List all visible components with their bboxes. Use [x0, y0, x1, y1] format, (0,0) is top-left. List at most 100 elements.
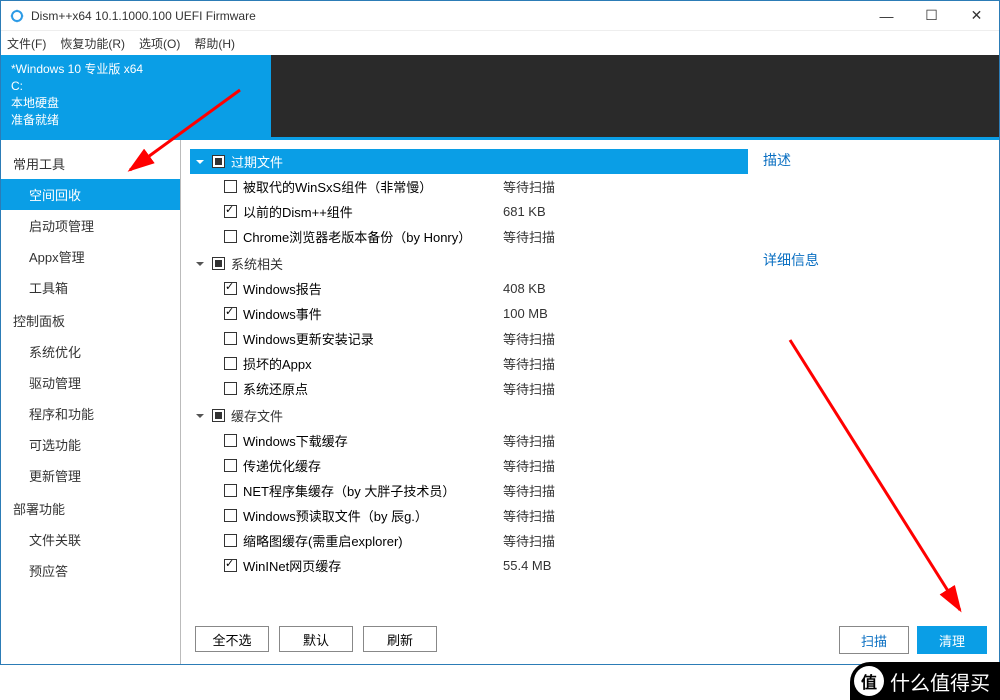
- cleanup-item[interactable]: 被取代的WinSxS组件（非常慢）等待扫描: [190, 174, 748, 199]
- item-status: 等待扫描: [503, 354, 555, 373]
- cleanup-item[interactable]: 缩略图缓存(需重启explorer)等待扫描: [190, 528, 748, 553]
- group-label: 系统相关: [231, 254, 283, 273]
- item-status: 等待扫描: [503, 506, 555, 525]
- sidebar-item-fileassoc[interactable]: 文件关联: [1, 524, 180, 555]
- group-header[interactable]: 缓存文件: [190, 403, 748, 428]
- item-checkbox[interactable]: [224, 509, 237, 522]
- item-status: 等待扫描: [503, 481, 555, 500]
- cleanup-item[interactable]: Windows更新安装记录等待扫描: [190, 326, 748, 351]
- menu-file[interactable]: 文件(F): [7, 35, 46, 52]
- cleanup-tree[interactable]: 过期文件被取代的WinSxS组件（非常慢）等待扫描以前的Dism++组件681 …: [189, 148, 749, 618]
- item-checkbox[interactable]: [224, 230, 237, 243]
- info-os: *Windows 10 专业版 x64: [11, 61, 261, 78]
- menu-options[interactable]: 选项(O): [139, 35, 180, 52]
- item-status: 等待扫描: [503, 431, 555, 450]
- cleanup-item[interactable]: Windows报告408 KB: [190, 276, 748, 301]
- item-checkbox[interactable]: [224, 282, 237, 295]
- group-header[interactable]: 系统相关: [190, 251, 748, 276]
- item-checkbox[interactable]: [224, 307, 237, 320]
- scan-button[interactable]: 扫描: [839, 626, 909, 654]
- cleanup-item[interactable]: WinINet网页缓存55.4 MB: [190, 553, 748, 578]
- item-checkbox[interactable]: [224, 382, 237, 395]
- maximize-button[interactable]: ☐: [909, 1, 954, 31]
- item-label: 损坏的Appx: [243, 354, 503, 373]
- cleanup-item[interactable]: 传递优化缓存等待扫描: [190, 453, 748, 478]
- cleanup-item[interactable]: Chrome浏览器老版本备份（by Honry）等待扫描: [190, 224, 748, 249]
- item-checkbox[interactable]: [224, 357, 237, 370]
- item-checkbox[interactable]: [224, 459, 237, 472]
- close-button[interactable]: ✕: [954, 1, 999, 31]
- sidebar-item-toolbox[interactable]: 工具箱: [1, 272, 180, 303]
- item-checkbox[interactable]: [224, 434, 237, 447]
- item-status: 等待扫描: [503, 177, 555, 196]
- item-label: Windows预读取文件（by 辰g.）: [243, 506, 503, 525]
- default-button[interactable]: 默认: [279, 626, 353, 652]
- menu-recovery[interactable]: 恢复功能(R): [60, 35, 125, 52]
- sidebar-item-unattend[interactable]: 预应答: [1, 555, 180, 586]
- sidebar-item-programs[interactable]: 程序和功能: [1, 398, 180, 429]
- description-label: 描述: [763, 150, 985, 170]
- item-status: 681 KB: [503, 204, 546, 219]
- item-checkbox[interactable]: [224, 534, 237, 547]
- cleanup-item[interactable]: Windows下载缓存等待扫描: [190, 428, 748, 453]
- collapse-icon[interactable]: [194, 410, 206, 422]
- item-label: Windows报告: [243, 279, 503, 298]
- system-info-box[interactable]: *Windows 10 专业版 x64 C: 本地硬盘 准备就绪: [1, 55, 271, 137]
- item-label: Windows事件: [243, 304, 503, 323]
- sidebar-item-driver[interactable]: 驱动管理: [1, 367, 180, 398]
- item-checkbox[interactable]: [224, 559, 237, 572]
- watermark-text: 什么值得买: [890, 667, 990, 696]
- sidebar-item-updates[interactable]: 更新管理: [1, 460, 180, 491]
- minimize-button[interactable]: —: [864, 1, 909, 31]
- item-status: 等待扫描: [503, 531, 555, 550]
- item-checkbox[interactable]: [224, 484, 237, 497]
- collapse-icon[interactable]: [194, 258, 206, 270]
- collapse-icon[interactable]: [194, 156, 206, 168]
- cleanup-item[interactable]: 系统还原点等待扫描: [190, 376, 748, 401]
- sidebar-item-appx[interactable]: Appx管理: [1, 241, 180, 272]
- item-label: 被取代的WinSxS组件（非常慢）: [243, 177, 503, 196]
- group-checkbox[interactable]: [212, 409, 225, 422]
- item-status: 等待扫描: [503, 329, 555, 348]
- sidebar-item-space-recovery[interactable]: 空间回收: [1, 179, 180, 210]
- item-status: 等待扫描: [503, 456, 555, 475]
- item-status: 55.4 MB: [503, 558, 551, 573]
- item-label: 系统还原点: [243, 379, 503, 398]
- item-checkbox[interactable]: [224, 180, 237, 193]
- item-status: 100 MB: [503, 306, 548, 321]
- item-label: 传递优化缓存: [243, 456, 503, 475]
- cleanup-item[interactable]: 损坏的Appx等待扫描: [190, 351, 748, 376]
- item-status: 等待扫描: [503, 227, 555, 246]
- item-label: 以前的Dism++组件: [243, 202, 503, 221]
- menubar: 文件(F) 恢复功能(R) 选项(O) 帮助(H): [1, 31, 999, 55]
- group-checkbox[interactable]: [212, 257, 225, 270]
- group-checkbox[interactable]: [212, 155, 225, 168]
- deselect-all-button[interactable]: 全不选: [195, 626, 269, 652]
- item-label: NET程序集缓存（by 大胖子技术员）: [243, 481, 503, 500]
- cleanup-item[interactable]: Windows事件100 MB: [190, 301, 748, 326]
- item-label: 缩略图缓存(需重启explorer): [243, 531, 503, 550]
- item-label: Chrome浏览器老版本备份（by Honry）: [243, 227, 503, 246]
- sidebar: 常用工具 空间回收 启动项管理 Appx管理 工具箱 控制面板 系统优化 驱动管…: [1, 140, 181, 664]
- info-drive: C:: [11, 78, 261, 95]
- sidebar-item-sysopt[interactable]: 系统优化: [1, 336, 180, 367]
- details-pane: 描述 详细信息 扫描 清理: [749, 140, 999, 664]
- cleanup-item[interactable]: Windows预读取文件（by 辰g.）等待扫描: [190, 503, 748, 528]
- item-label: Windows下载缓存: [243, 431, 503, 450]
- details-label: 详细信息: [763, 250, 985, 270]
- group-header[interactable]: 过期文件: [190, 149, 748, 174]
- sidebar-item-startup[interactable]: 启动项管理: [1, 210, 180, 241]
- sidebar-item-optional[interactable]: 可选功能: [1, 429, 180, 460]
- item-checkbox[interactable]: [224, 332, 237, 345]
- cleanup-item[interactable]: NET程序集缓存（by 大胖子技术员）等待扫描: [190, 478, 748, 503]
- item-checkbox[interactable]: [224, 205, 237, 218]
- item-status: 408 KB: [503, 281, 546, 296]
- refresh-button[interactable]: 刷新: [363, 626, 437, 652]
- window-title: Dism++x64 10.1.1000.100 UEFI Firmware: [31, 9, 864, 23]
- clean-button[interactable]: 清理: [917, 626, 987, 654]
- app-icon: [9, 8, 25, 24]
- sidebar-group-deploy: 部署功能: [1, 491, 180, 524]
- menu-help[interactable]: 帮助(H): [194, 35, 235, 52]
- cleanup-item[interactable]: 以前的Dism++组件681 KB: [190, 199, 748, 224]
- info-bar: *Windows 10 专业版 x64 C: 本地硬盘 准备就绪: [1, 55, 999, 137]
